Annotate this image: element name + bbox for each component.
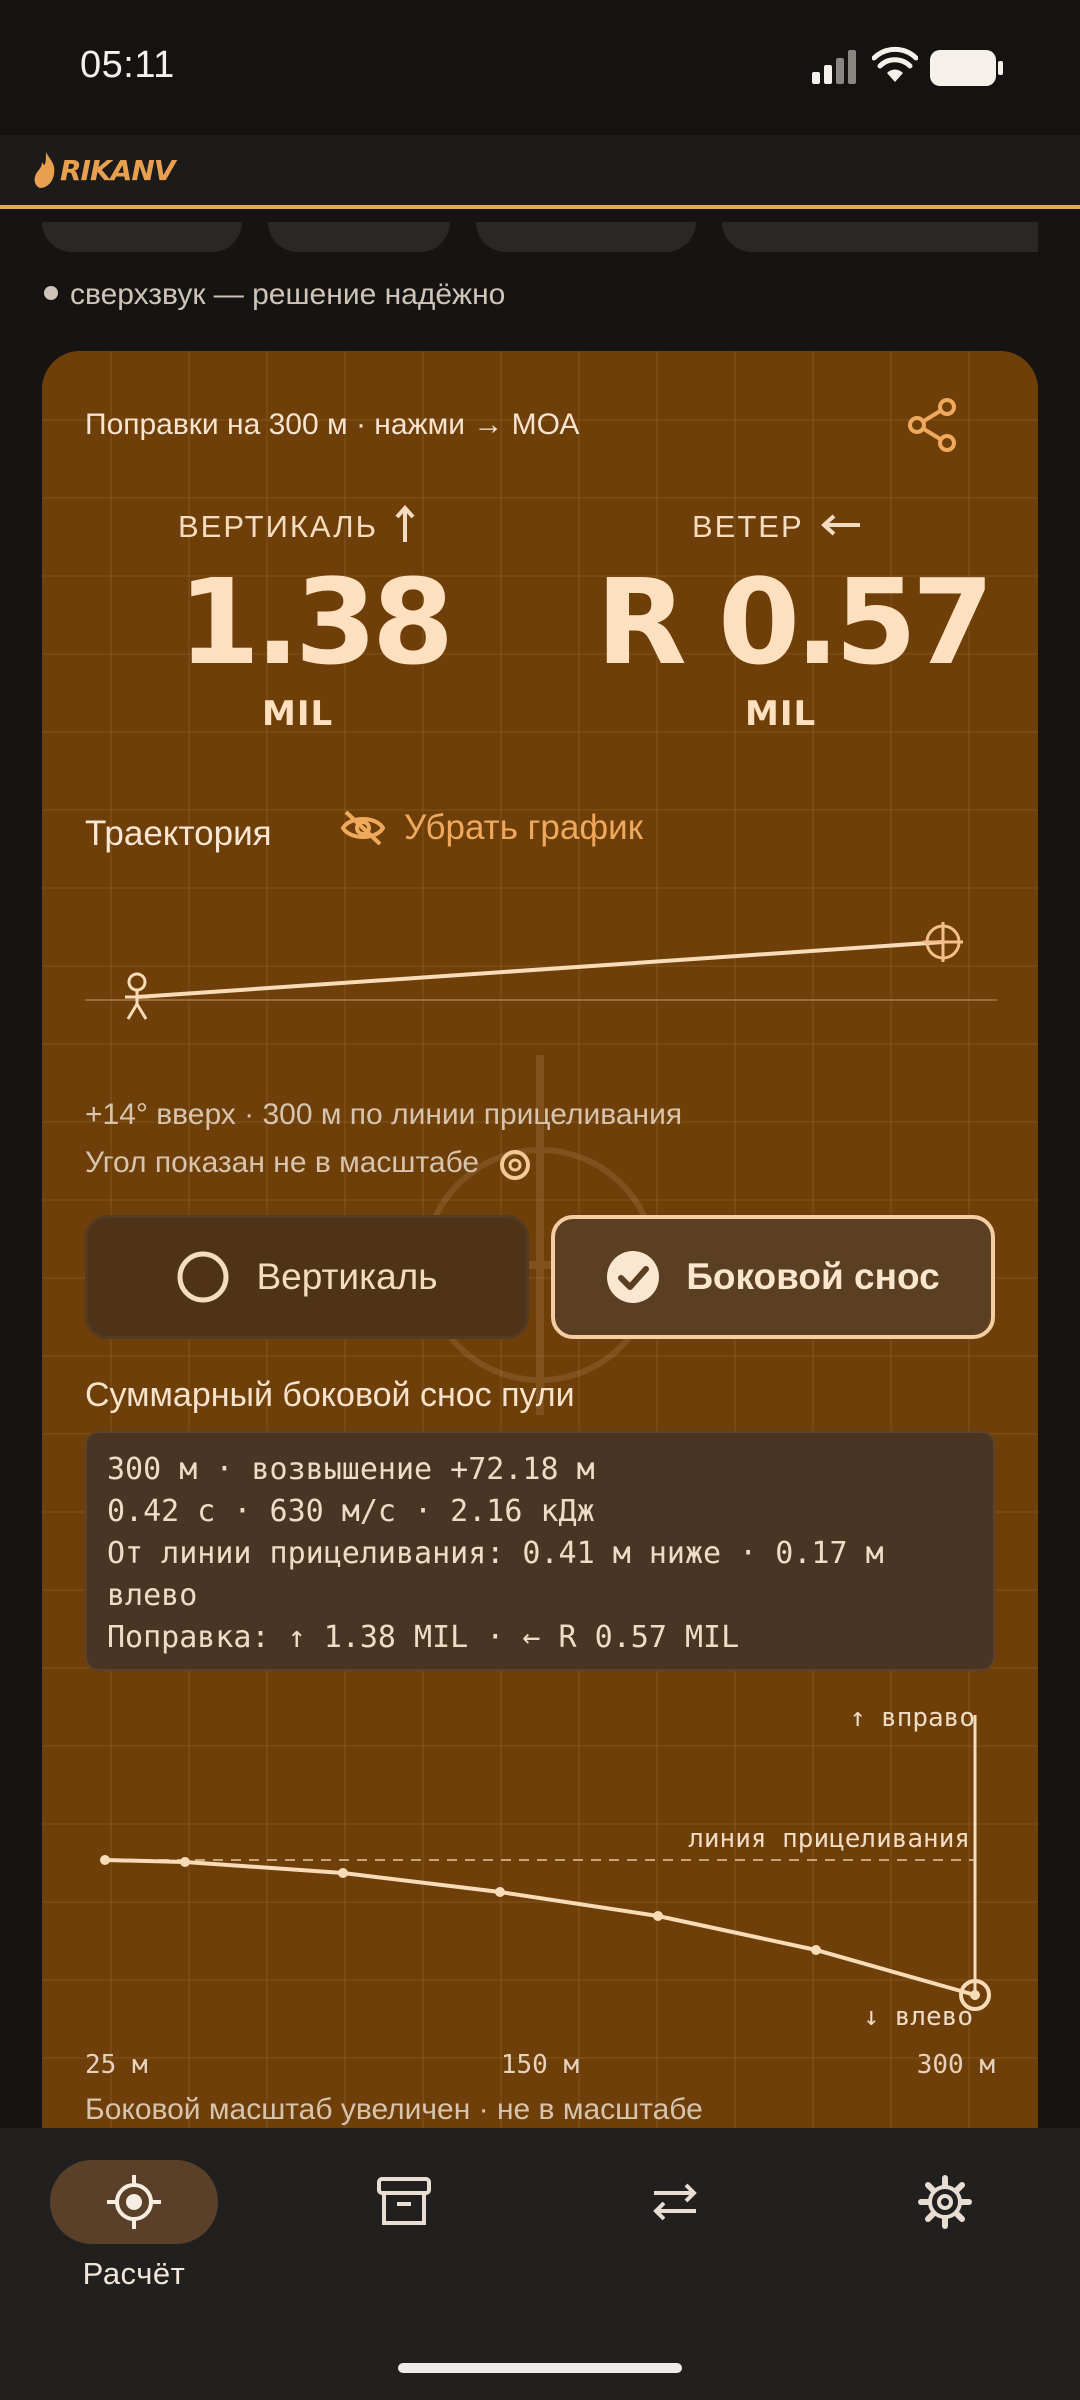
sight-line-label: линия прицеливания bbox=[688, 1824, 970, 1854]
vertical-label: ВЕРТИКАЛЬ bbox=[178, 509, 378, 544]
nav-calc-label: Расчёт bbox=[82, 2256, 186, 2291]
toggle-drift-label: Боковой снос bbox=[686, 1256, 940, 1297]
flame-logo-icon bbox=[34, 152, 55, 188]
scale-note: Угол показан не в масштабе bbox=[85, 1146, 480, 1179]
wifi-icon bbox=[872, 46, 918, 82]
drift-scale-note: Боковой масштаб увеличен · не в масштабе bbox=[85, 2093, 703, 2126]
status-time: 05:11 bbox=[80, 44, 175, 86]
swap-arrows-icon bbox=[653, 2183, 697, 2221]
info-line: 0.42 с · 630 м/с · 2.16 кДж bbox=[107, 1494, 595, 1529]
chip-peek[interactable] bbox=[42, 222, 242, 252]
target-marker-icon bbox=[500, 1150, 530, 1180]
drift-point bbox=[180, 1857, 190, 1867]
gear-icon bbox=[918, 2175, 972, 2229]
status-dot-icon bbox=[44, 286, 58, 301]
info-line: От линии прицеливания: 0.41 м ниже · 0.1… bbox=[107, 1536, 902, 1613]
drift-heading: Суммарный боковой снос пули bbox=[85, 1376, 575, 1414]
x-tick-label: 150 м bbox=[501, 2050, 579, 2080]
drift-point bbox=[653, 1911, 663, 1921]
chip-peek[interactable] bbox=[268, 222, 450, 252]
target-crosshair-icon bbox=[923, 922, 963, 962]
chip-peek[interactable] bbox=[722, 222, 1038, 252]
wind-unit: MIL bbox=[745, 694, 817, 734]
toggle-vertical-label: Вертикаль bbox=[256, 1256, 438, 1297]
checkmark-circle-icon bbox=[607, 1251, 660, 1303]
drift-chart: ↑ вправо линия прицеливания ↓ влево 25 м… bbox=[85, 1703, 995, 2080]
drift-curve bbox=[104, 1858, 976, 1997]
eye-off-icon bbox=[340, 810, 386, 846]
supersonic-status: сверхзвук — решение надёжно bbox=[44, 278, 505, 312]
trajectory-heading: Траектория bbox=[85, 814, 272, 853]
header-divider bbox=[0, 205, 1080, 209]
crosshair-icon bbox=[107, 2175, 161, 2229]
nav-item-convert[interactable] bbox=[575, 2160, 775, 2244]
x-tick-label: 300 м bbox=[917, 2050, 995, 2080]
archive-box-icon bbox=[377, 2177, 431, 2225]
vertical-value[interactable]: 1.38 bbox=[178, 563, 454, 681]
signal-icon bbox=[812, 50, 856, 84]
hide-chart-label: Убрать график bbox=[404, 808, 644, 847]
battery-icon bbox=[930, 50, 1003, 86]
toggle-drift-button[interactable]: Боковой снос bbox=[551, 1215, 995, 1339]
chip-peek[interactable] bbox=[476, 222, 696, 252]
angle-note: +14° вверх · 300 м по линии прицеливания bbox=[85, 1098, 683, 1131]
vertical-unit: MIL bbox=[262, 694, 334, 734]
home-indicator[interactable] bbox=[398, 2363, 682, 2373]
trajectory-line bbox=[136, 940, 944, 999]
trajectory-chart bbox=[85, 922, 997, 1020]
app-logo: RIKANV bbox=[32, 148, 175, 192]
nav-item-settings[interactable] bbox=[845, 2160, 1045, 2244]
radio-unchecked-icon bbox=[177, 1251, 229, 1303]
arrow-up-icon bbox=[395, 504, 415, 542]
card-title[interactable]: Поправки на 300 м · нажми → МОА bbox=[85, 408, 579, 442]
toggle-vertical-button[interactable]: Вертикаль bbox=[85, 1215, 529, 1339]
nav-item-archive[interactable] bbox=[304, 2160, 504, 2244]
nav-active-indicator bbox=[50, 2160, 218, 2244]
nav-item-calc[interactable]: Расчёт bbox=[34, 2160, 234, 2292]
info-line: Поправка: ↑ 1.38 MIL · ← R 0.57 MIL bbox=[107, 1620, 740, 1655]
supersonic-text: сверхзвук — решение надёжно bbox=[70, 278, 506, 311]
info-box: 300 м · возвышение +72.18 м 0.42 с · 630 … bbox=[85, 1431, 995, 1671]
info-line: 300 м · возвышение +72.18 м bbox=[107, 1452, 595, 1487]
logo-text: RIKANV bbox=[60, 153, 175, 187]
axis-up-label: ↑ вправо bbox=[850, 1703, 975, 1733]
share-icon[interactable] bbox=[906, 398, 960, 452]
drift-point bbox=[811, 1945, 821, 1955]
hide-chart-button[interactable]: Убрать график bbox=[340, 808, 643, 848]
drift-point bbox=[495, 1887, 505, 1897]
wind-value[interactable]: R 0.57 bbox=[596, 563, 994, 681]
drift-point bbox=[100, 1855, 110, 1865]
shooter-icon bbox=[125, 972, 149, 1020]
x-tick-label: 25 м bbox=[85, 2050, 148, 2080]
wind-label: ВЕТЕР bbox=[692, 509, 804, 544]
axis-down-label: ↓ влево bbox=[863, 2002, 973, 2032]
drift-point bbox=[338, 1868, 348, 1878]
arrow-left-icon bbox=[821, 514, 860, 536]
